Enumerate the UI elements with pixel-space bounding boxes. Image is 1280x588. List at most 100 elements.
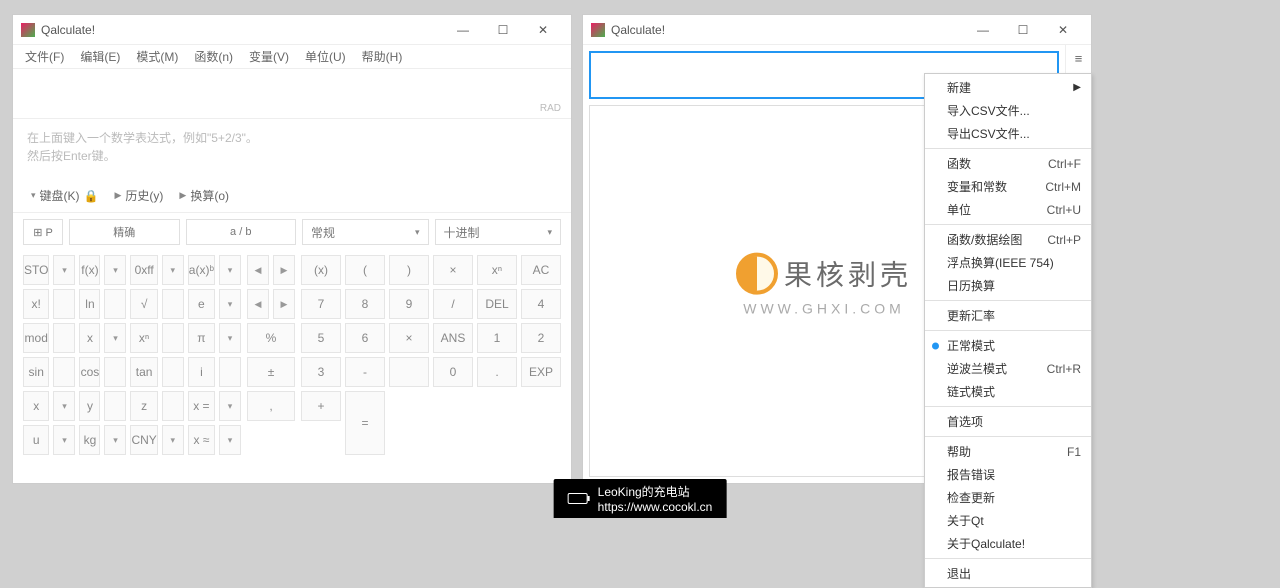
expression-input[interactable]: RAD (13, 69, 571, 119)
key[interactable]: 5 (301, 323, 341, 353)
key[interactable]: x = (188, 391, 215, 421)
key[interactable]: CNY (130, 425, 157, 455)
menu-item[interactable]: 单位Ctrl+U (925, 198, 1091, 221)
minimize-button[interactable]: — (963, 16, 1003, 44)
key[interactable]: ▾ (53, 425, 75, 455)
key[interactable]: x! (23, 289, 49, 319)
maximize-button[interactable]: ☐ (483, 16, 523, 44)
menu-item[interactable]: 更新汇率 (925, 304, 1091, 327)
key[interactable]: ) (389, 255, 429, 285)
menu-item[interactable]: 逆波兰模式Ctrl+R (925, 357, 1091, 380)
close-button[interactable]: ✕ (1043, 16, 1083, 44)
menu-item[interactable]: 关于Qalculate! (925, 532, 1091, 555)
key[interactable]: π (188, 323, 215, 353)
key[interactable]: kg (79, 425, 100, 455)
key[interactable]: = (345, 391, 385, 455)
menu-item[interactable]: 函数/数据绘图Ctrl+P (925, 228, 1091, 251)
key[interactable]: z (130, 391, 157, 421)
menu-item[interactable]: 文件(F) (17, 45, 72, 68)
menu-item[interactable]: 函数(n) (186, 45, 241, 68)
menu-item[interactable]: 检查更新 (925, 486, 1091, 509)
tab-history[interactable]: ▶历史(y) (106, 183, 171, 208)
key[interactable] (104, 391, 126, 421)
menu-item[interactable]: 帮助(H) (354, 45, 411, 68)
key[interactable]: cos (79, 357, 100, 387)
key[interactable]: 7 (301, 289, 341, 319)
key[interactable]: 4 (521, 289, 561, 319)
key[interactable]: 2 (521, 323, 561, 353)
menu-item[interactable]: 模式(M) (128, 45, 186, 68)
key[interactable]: . (477, 357, 517, 387)
menu-item[interactable]: 新建▶ (925, 76, 1091, 99)
key[interactable]: × (433, 255, 473, 285)
key[interactable]: 0 (433, 357, 473, 387)
key[interactable]: ▾ (104, 425, 126, 455)
key[interactable]: 0xff (130, 255, 157, 285)
key[interactable]: y (79, 391, 100, 421)
key[interactable]: √ (130, 289, 157, 319)
key[interactable]: 8 (345, 289, 385, 319)
key-percent[interactable]: % (247, 323, 295, 353)
key[interactable]: tan (130, 357, 157, 387)
key[interactable] (104, 289, 126, 319)
opt-fraction[interactable]: a / b (186, 219, 297, 245)
menu-item[interactable]: 编辑(E) (72, 45, 128, 68)
menu-item[interactable]: 函数Ctrl+F (925, 152, 1091, 175)
key[interactable]: ▾ (162, 425, 184, 455)
key[interactable]: ( (345, 255, 385, 285)
key[interactable]: / (433, 289, 473, 319)
key[interactable]: ▾ (219, 255, 241, 285)
key-left[interactable]: ◀ (247, 255, 269, 285)
menu-item[interactable]: 导入CSV文件... (925, 99, 1091, 122)
menu-item[interactable]: 退出 (925, 562, 1091, 585)
menu-item[interactable]: 日历换算 (925, 274, 1091, 297)
key[interactable]: ▾ (104, 323, 126, 353)
key[interactable]: STO (23, 255, 49, 285)
key[interactable] (53, 357, 75, 387)
menu-item[interactable]: 单位(U) (297, 45, 354, 68)
key[interactable]: + (301, 391, 341, 421)
key[interactable]: ln (79, 289, 100, 319)
key[interactable]: xⁿ (130, 323, 157, 353)
key-left[interactable]: ◀ (247, 289, 269, 319)
key[interactable] (104, 357, 126, 387)
key[interactable]: ▾ (162, 255, 184, 285)
key[interactable]: ▾ (219, 289, 241, 319)
key-comma[interactable]: , (247, 391, 295, 421)
key[interactable]: a(x)ᵇ (188, 255, 215, 285)
close-button[interactable]: ✕ (523, 16, 563, 44)
key[interactable]: mod (23, 323, 49, 353)
menu-item[interactable]: 正常模式 (925, 334, 1091, 357)
menu-icon[interactable]: ≡ (1069, 49, 1089, 69)
minimize-button[interactable]: — (443, 16, 483, 44)
menu-item[interactable]: 首选项 (925, 410, 1091, 433)
key[interactable]: f(x) (79, 255, 100, 285)
menu-item[interactable]: 链式模式 (925, 380, 1091, 403)
menu-item[interactable]: 帮助F1 (925, 440, 1091, 463)
menu-item[interactable]: 导出CSV文件... (925, 122, 1091, 145)
key[interactable]: x (23, 391, 49, 421)
key[interactable]: DEL (477, 289, 517, 319)
key[interactable] (162, 357, 184, 387)
key[interactable]: x ≈ (188, 425, 215, 455)
opt-p[interactable]: ⊞ P (23, 219, 63, 245)
key[interactable]: - (345, 357, 385, 387)
key[interactable]: x (79, 323, 100, 353)
key[interactable]: ▾ (219, 391, 241, 421)
key[interactable]: EXP (521, 357, 561, 387)
opt-normal[interactable]: 常规▾ (302, 219, 429, 245)
key[interactable]: ▾ (53, 255, 75, 285)
key[interactable]: ANS (433, 323, 473, 353)
key[interactable]: (x) (301, 255, 341, 285)
menu-item[interactable]: 变量(V) (241, 45, 297, 68)
key[interactable]: sin (23, 357, 49, 387)
key[interactable]: u (23, 425, 49, 455)
key[interactable]: 3 (301, 357, 341, 387)
key[interactable]: xⁿ (477, 255, 517, 285)
key[interactable]: 1 (477, 323, 517, 353)
opt-decimal[interactable]: 十进制▾ (435, 219, 562, 245)
key[interactable] (162, 391, 184, 421)
key[interactable]: 6 (345, 323, 385, 353)
key[interactable]: AC (521, 255, 561, 285)
key[interactable]: e (188, 289, 215, 319)
